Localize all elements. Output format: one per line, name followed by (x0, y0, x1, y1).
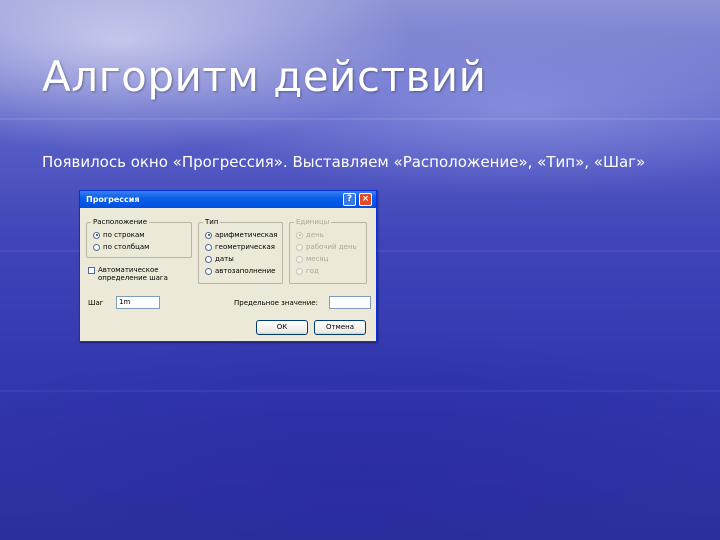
option-label: арифметическая (215, 231, 278, 239)
auto-step-label-line2: определение шага (98, 274, 168, 282)
ok-button[interactable]: ОК (256, 320, 308, 335)
units-option-day[interactable]: день (296, 231, 324, 239)
option-label: геометрическая (215, 243, 275, 251)
auto-step-checkbox[interactable] (88, 267, 95, 274)
auto-step-label-line1: Автоматическое (98, 266, 159, 274)
step-label: Шаг (88, 299, 104, 307)
limit-label: Предельное значение: (234, 299, 318, 307)
option-label: год (306, 267, 319, 275)
units-option-month[interactable]: месяц (296, 255, 328, 263)
radio-icon[interactable] (296, 231, 303, 239)
type-option-autofill[interactable]: автозаполнение (205, 267, 275, 275)
radio-icon[interactable] (205, 231, 212, 239)
type-group-label: Тип (203, 218, 221, 226)
cancel-button[interactable]: Отмена (314, 320, 366, 335)
location-option-columns[interactable]: по столбцам (93, 243, 149, 251)
option-label: автозаполнение (215, 267, 276, 275)
units-group: Единицы день рабочий день месяц год (289, 218, 367, 284)
limit-input[interactable] (329, 296, 371, 309)
progression-dialog: Прогрессия ? × Расположение по строкам п… (79, 190, 377, 342)
radio-icon[interactable] (205, 267, 212, 275)
dialog-title: Прогрессия (86, 195, 140, 204)
type-option-geometric[interactable]: геометрическая (205, 243, 275, 251)
option-label: по столбцам (103, 243, 150, 251)
option-label: по строкам (103, 231, 145, 239)
slide-title: Алгоритм действий (42, 52, 487, 101)
location-group-label: Расположение (91, 218, 150, 226)
type-option-arithmetic[interactable]: арифметическая (205, 231, 278, 239)
radio-icon[interactable] (205, 243, 212, 251)
option-label: даты (215, 255, 234, 263)
dialog-titlebar[interactable]: Прогрессия ? × (80, 191, 376, 208)
radio-icon[interactable] (205, 255, 212, 263)
step-input[interactable]: 1m (116, 296, 160, 309)
location-option-rows[interactable]: по строкам (93, 231, 145, 239)
radio-icon[interactable] (93, 243, 100, 251)
units-group-label: Единицы (294, 218, 332, 226)
option-label: рабочий день (306, 243, 357, 251)
units-option-workday[interactable]: рабочий день (296, 243, 357, 251)
radio-icon[interactable] (296, 267, 303, 275)
units-option-year[interactable]: год (296, 267, 319, 275)
type-option-dates[interactable]: даты (205, 255, 234, 263)
radio-icon[interactable] (93, 231, 100, 239)
location-group: Расположение по строкам по столбцам (86, 218, 192, 258)
radio-icon[interactable] (296, 243, 303, 251)
option-label: день (306, 231, 324, 239)
type-group: Тип арифметическая геометрическая даты а… (198, 218, 283, 284)
help-button[interactable]: ? (343, 193, 356, 206)
option-label: месяц (306, 255, 329, 263)
radio-icon[interactable] (296, 255, 303, 263)
close-button[interactable]: × (359, 193, 372, 206)
auto-step-checkbox-row[interactable]: Автоматическое определение шага (88, 266, 168, 282)
slide-body-text: Появилось окно «Прогрессия». Выставляем … (42, 153, 646, 171)
